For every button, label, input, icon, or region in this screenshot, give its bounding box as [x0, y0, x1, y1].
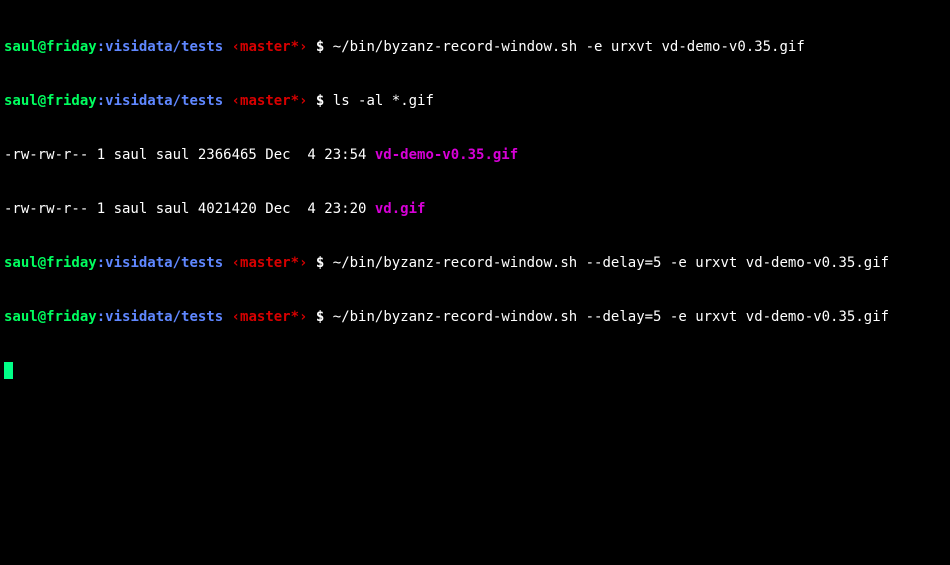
prompt-colon: :	[97, 255, 105, 271]
prompt-branch: ‹master*›	[223, 309, 307, 325]
cursor-icon	[4, 362, 13, 379]
terminal-line: saul@friday:visidata/tests ‹master*› $ ~…	[4, 38, 946, 56]
terminal-line	[4, 362, 946, 380]
prompt-branch: ‹master*›	[223, 255, 307, 271]
prompt-path: visidata/tests	[105, 39, 223, 55]
prompt-path: visidata/tests	[105, 93, 223, 109]
ls-output-row: -rw-rw-r-- 1 saul saul 2366465 Dec 4 23:…	[4, 146, 946, 164]
prompt-colon: :	[97, 93, 105, 109]
ls-output-row: -rw-rw-r-- 1 saul saul 4021420 Dec 4 23:…	[4, 200, 946, 218]
prompt-branch: ‹master*›	[223, 93, 307, 109]
prompt-dollar: $	[307, 93, 332, 109]
command-text: ~/bin/byzanz-record-window.sh --delay=5 …	[333, 255, 889, 271]
file-name: vd.gif	[375, 201, 426, 217]
prompt-dollar: $	[307, 309, 332, 325]
prompt-branch: ‹master*›	[223, 39, 307, 55]
prompt-path: visidata/tests	[105, 309, 223, 325]
prompt-colon: :	[97, 39, 105, 55]
command-text: ls -al *.gif	[333, 93, 434, 109]
prompt-user-host: saul@friday	[4, 39, 97, 55]
prompt-dollar: $	[307, 39, 332, 55]
prompt-user-host: saul@friday	[4, 309, 97, 325]
file-meta: -rw-rw-r-- 1 saul saul 2366465 Dec 4 23:…	[4, 147, 375, 163]
prompt-user-host: saul@friday	[4, 93, 97, 109]
prompt-user-host: saul@friday	[4, 255, 97, 271]
terminal-line: saul@friday:visidata/tests ‹master*› $ l…	[4, 92, 946, 110]
command-text: ~/bin/byzanz-record-window.sh -e urxvt v…	[333, 39, 805, 55]
terminal-window[interactable]: saul@friday:visidata/tests ‹master*› $ ~…	[4, 2, 946, 398]
command-text: ~/bin/byzanz-record-window.sh --delay=5 …	[333, 309, 889, 325]
prompt-colon: :	[97, 309, 105, 325]
file-name: vd-demo-v0.35.gif	[375, 147, 518, 163]
file-meta: -rw-rw-r-- 1 saul saul 4021420 Dec 4 23:…	[4, 201, 375, 217]
terminal-line: saul@friday:visidata/tests ‹master*› $ ~…	[4, 254, 946, 272]
prompt-path: visidata/tests	[105, 255, 223, 271]
terminal-line: saul@friday:visidata/tests ‹master*› $ ~…	[4, 308, 946, 326]
prompt-dollar: $	[307, 255, 332, 271]
